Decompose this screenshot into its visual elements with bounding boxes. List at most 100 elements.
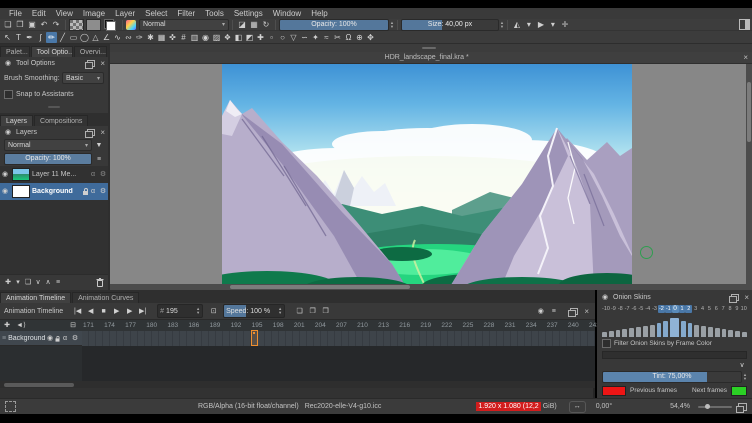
frame-cell-172[interactable] bbox=[89, 331, 96, 346]
frame-cell-207[interactable] bbox=[335, 331, 342, 346]
tool-pan[interactable]: ✥ bbox=[365, 32, 376, 43]
tool-freehand-path[interactable]: ∾ bbox=[123, 32, 134, 43]
visibility-eye-icon[interactable]: ◉ bbox=[45, 333, 55, 343]
frame-cell-222[interactable] bbox=[441, 331, 448, 346]
tool-text[interactable]: T bbox=[13, 32, 24, 43]
redo-icon[interactable]: ↷ bbox=[50, 19, 62, 31]
frame-cell-185[interactable] bbox=[180, 331, 187, 346]
menu-edit[interactable]: Edit bbox=[27, 9, 51, 18]
current-frame-marker[interactable] bbox=[251, 330, 258, 346]
tool-zoom[interactable]: ⊕ bbox=[354, 32, 365, 43]
visibility-eye-icon[interactable]: ◉ bbox=[0, 187, 10, 197]
remove-frame-icon[interactable]: ❒ bbox=[319, 305, 332, 318]
frame-cell-180[interactable] bbox=[145, 331, 152, 346]
dock-splitter[interactable] bbox=[0, 101, 108, 113]
fit-page-icon[interactable] bbox=[738, 403, 747, 411]
frame-cell-206[interactable] bbox=[328, 331, 335, 346]
frame-cell-212[interactable] bbox=[370, 331, 377, 346]
layer-blend-mode-combo[interactable]: Normal▾ bbox=[4, 139, 92, 151]
next-frame-button[interactable]: ▶ bbox=[123, 305, 136, 318]
layer-settings-icon[interactable]: ⚙ bbox=[98, 170, 108, 180]
frame-cell-204[interactable] bbox=[314, 331, 321, 346]
frame-cell-184[interactable] bbox=[173, 331, 180, 346]
layer-filter-icon[interactable]: ▼ bbox=[94, 140, 104, 150]
menu-image[interactable]: Image bbox=[78, 9, 110, 18]
add-timeline-layer-icon[interactable]: ✚ bbox=[2, 320, 12, 330]
frame-cell-181[interactable] bbox=[152, 331, 159, 346]
onion-bar--3[interactable] bbox=[650, 325, 655, 337]
close-docker-icon[interactable]: × bbox=[744, 293, 749, 302]
onion-bar--6[interactable] bbox=[629, 328, 634, 337]
frame-cell-215[interactable] bbox=[391, 331, 398, 346]
tab-top-2[interactable]: Overvi... bbox=[74, 46, 107, 57]
menu-layer[interactable]: Layer bbox=[110, 9, 140, 18]
undo-icon[interactable]: ↶ bbox=[38, 19, 50, 31]
frame-cell-240[interactable] bbox=[567, 331, 574, 346]
onion-offset--10[interactable]: -10 bbox=[602, 305, 610, 313]
onion-bar-8[interactable] bbox=[728, 330, 733, 337]
onion-offset-0[interactable]: 0 bbox=[672, 305, 679, 313]
onion-skin-toggle-icon[interactable]: ◉ bbox=[534, 305, 547, 318]
frame-cell-242[interactable] bbox=[581, 331, 588, 346]
onion-bar-0[interactable] bbox=[670, 318, 679, 337]
frame-cell-231[interactable] bbox=[504, 331, 511, 346]
frame-cell-197[interactable] bbox=[265, 331, 272, 346]
frame-cell-203[interactable] bbox=[307, 331, 314, 346]
move-layer-down-button[interactable]: ∨ bbox=[33, 278, 43, 288]
mdi-drag-handle[interactable] bbox=[422, 47, 436, 49]
document-titlebar[interactable]: HDR_landscape_final.kra * × bbox=[110, 52, 752, 64]
frame-cell-174[interactable] bbox=[103, 331, 110, 346]
frame-cell-232[interactable] bbox=[511, 331, 518, 346]
onion-bar--4[interactable] bbox=[643, 326, 648, 337]
frame-cell-190[interactable] bbox=[216, 331, 223, 346]
dropdown-caret-icon[interactable]: ▾ bbox=[523, 19, 535, 31]
tool-calligraphy[interactable]: ʃ bbox=[35, 32, 46, 43]
frame-cell-171[interactable] bbox=[82, 331, 89, 346]
audio-icon[interactable]: ◄⟩ bbox=[16, 320, 26, 330]
tool-transform[interactable]: ▦ bbox=[156, 32, 167, 43]
frame-cell-226[interactable] bbox=[469, 331, 476, 346]
layer-row-selected[interactable]: ◉ Background α ⚙ bbox=[0, 183, 108, 200]
tool-magnetic-select[interactable]: Ω bbox=[343, 32, 354, 43]
onion-offset--7[interactable]: -7 bbox=[624, 305, 631, 313]
tool-polygon-select[interactable]: ▽ bbox=[288, 32, 299, 43]
timeline-scrollbar[interactable] bbox=[0, 381, 595, 388]
onion-offset-4[interactable]: 4 bbox=[699, 305, 706, 313]
onion-offset--5[interactable]: -5 bbox=[637, 305, 644, 313]
menu-help[interactable]: Help bbox=[306, 9, 332, 18]
visibility-eye-icon[interactable]: ◉ bbox=[0, 170, 10, 180]
snap-to-assistants-checkbox[interactable] bbox=[4, 90, 13, 99]
onion-offset--9[interactable]: -9 bbox=[610, 305, 617, 313]
tool-rect-select[interactable]: ▫ bbox=[266, 32, 277, 43]
onion-offset-1[interactable]: 1 bbox=[679, 305, 686, 313]
onion-bar--8[interactable] bbox=[616, 330, 621, 337]
frame-cell-225[interactable] bbox=[462, 331, 469, 346]
snap-icon[interactable]: ✛ bbox=[559, 19, 571, 31]
workspace-chooser-icon[interactable] bbox=[739, 19, 750, 30]
tint-spinner[interactable]: ▲▼ bbox=[743, 373, 747, 381]
tool-assistants[interactable]: ✚ bbox=[255, 32, 266, 43]
eraser-icon[interactable]: ◪ bbox=[236, 19, 248, 31]
frame-cell-233[interactable] bbox=[518, 331, 525, 346]
lock-icon[interactable] bbox=[56, 338, 60, 341]
layer-settings-icon[interactable]: ⚙ bbox=[98, 187, 108, 197]
current-frame-spinbox[interactable]: # 195 ▲▼ bbox=[157, 304, 203, 318]
onion-bar--9[interactable] bbox=[609, 331, 614, 337]
frame-cell-239[interactable] bbox=[560, 331, 567, 346]
frame-cell-243[interactable] bbox=[588, 331, 595, 346]
tab-mid-0[interactable]: Layers bbox=[0, 115, 33, 126]
opacity-spinner[interactable]: ▲▼ bbox=[390, 21, 394, 29]
tool-rectangle[interactable]: ▭ bbox=[68, 32, 79, 43]
frame-cell-186[interactable] bbox=[187, 331, 194, 346]
frame-cell-218[interactable] bbox=[412, 331, 419, 346]
tool-multibrush[interactable]: ✱ bbox=[145, 32, 156, 43]
onion-offset-9[interactable]: 9 bbox=[733, 305, 740, 313]
onion-bar-5[interactable] bbox=[708, 327, 713, 337]
inherit-alpha-icon[interactable]: α bbox=[88, 187, 98, 197]
float-docker-icon[interactable] bbox=[87, 60, 95, 67]
onion-bar--10[interactable] bbox=[602, 332, 607, 337]
tool-contiguous-select[interactable]: ✦ bbox=[310, 32, 321, 43]
tool-freehand-brush[interactable]: ✏ bbox=[46, 32, 57, 43]
onion-bar-7[interactable] bbox=[722, 329, 727, 337]
timeline-layer-row-label[interactable]: ≡ Background ◉ α ⚙ bbox=[0, 331, 82, 346]
